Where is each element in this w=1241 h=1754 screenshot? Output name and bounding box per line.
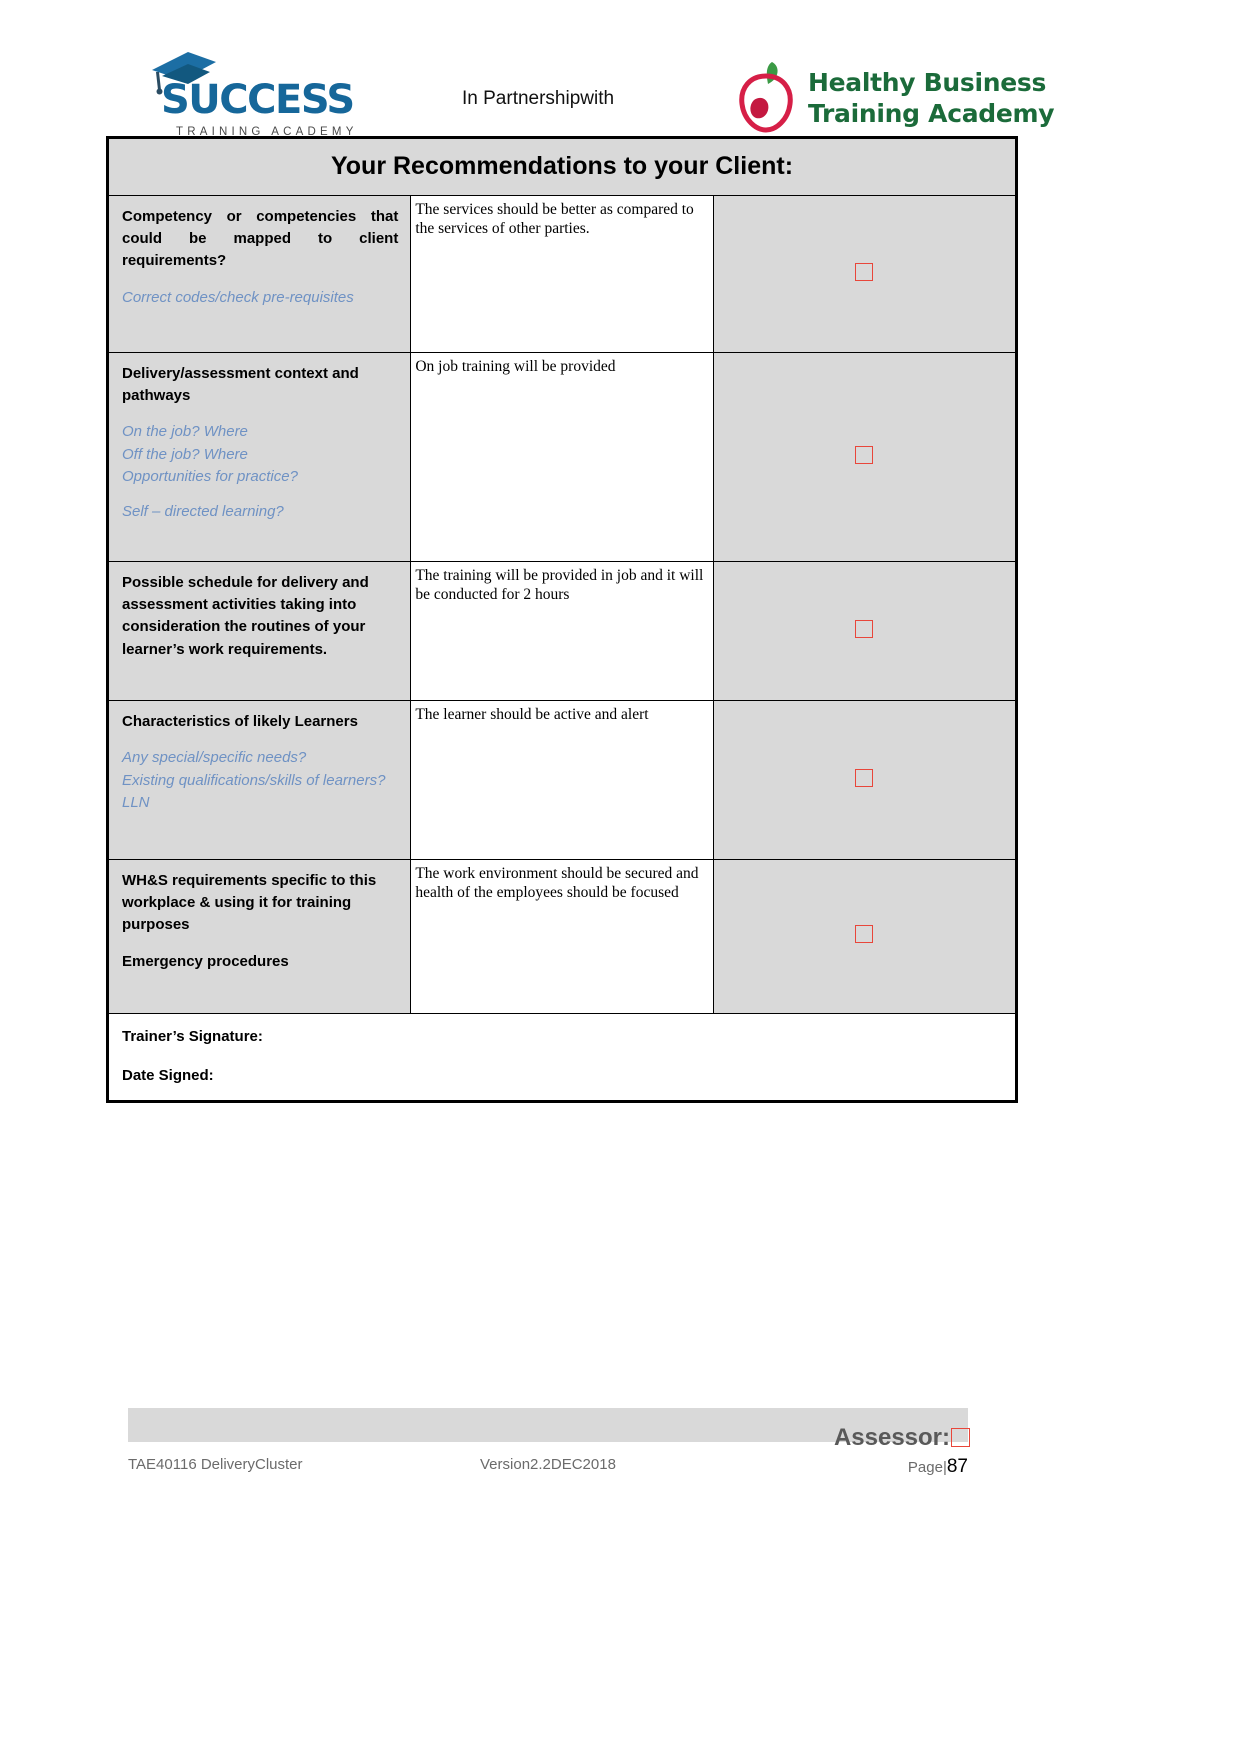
row-label-text: Characteristics of likely Learners: [122, 713, 358, 730]
row-label-text: WH&S requirements specific to this workp…: [122, 872, 377, 934]
table-row: Delivery/assessment context and pathways…: [107, 352, 1017, 562]
recommendations-table: Your Recommendations to your Client: Com…: [106, 136, 1018, 1103]
footer-document-code: TAE40116 DeliveryCluster: [128, 1456, 303, 1473]
signature-row: Trainer’s Signature: Date Signed:: [108, 1013, 1016, 1101]
footer-page-indicator: Page|87: [908, 1456, 968, 1478]
checkbox-icon[interactable]: [855, 768, 874, 787]
footer-page-label: Page: [907, 1459, 943, 1476]
footer-metadata-row: TAE40116 DeliveryCluster Version2.2DEC20…: [128, 1456, 968, 1478]
row-label-text-secondary: Emergency procedures: [122, 952, 289, 970]
table-row: Characteristics of likely Learners Any s…: [107, 700, 1017, 860]
page-header: SUCCESS TRAINING ACADEMY In Partnershipw…: [0, 22, 1241, 138]
assessor-checkbox-icon[interactable]: [951, 1428, 970, 1447]
row-checkbox-cell-learner-characteristics[interactable]: [712, 700, 1017, 860]
hbta-logo-line2: Training Academy: [808, 98, 1055, 128]
row-checkbox-cell-delivery-context[interactable]: [712, 352, 1017, 562]
hbta-logo-text: Healthy Business Training Academy: [808, 68, 1055, 129]
footer-page-number: 87: [946, 1456, 968, 1477]
checkbox-icon[interactable]: [855, 262, 874, 281]
row-answer-competency[interactable]: The services should be better as compare…: [410, 195, 714, 353]
page-title: Your Recommendations to your Client:: [108, 138, 1016, 196]
partnership-text: In Partnershipwith: [462, 88, 615, 109]
table-row: WH&S requirements specific to this workp…: [107, 859, 1017, 1014]
checkbox-icon[interactable]: [855, 445, 874, 464]
row-checkbox-cell-schedule[interactable]: [712, 561, 1017, 701]
row-label-text: Delivery/assessment context and pathways: [122, 365, 359, 405]
healthy-business-training-academy-logo: Healthy Business Training Academy: [726, 52, 1055, 138]
row-checkbox-cell-competency[interactable]: [712, 195, 1017, 353]
row-label-learner-characteristics: Characteristics of likely Learners Any s…: [107, 700, 412, 860]
row-label-whs: WH&S requirements specific to this workp…: [107, 859, 412, 1014]
row-hint-text: Any special/specific needs? Existing qua…: [122, 749, 386, 812]
success-logo-wordmark: SUCCESS: [161, 77, 355, 123]
signature-block: Trainer’s Signature: Date Signed:: [108, 1013, 1016, 1101]
apple-icon: [739, 62, 793, 133]
assessor-field: Assessor:: [834, 1424, 970, 1452]
row-answer-learner-characteristics[interactable]: The learner should be active and alert: [410, 700, 714, 860]
success-training-academy-logo: SUCCESS TRAINING ACADEMY: [148, 50, 358, 140]
checkbox-icon[interactable]: [855, 619, 874, 638]
trainer-signature-label: Trainer’s Signature:: [122, 1028, 263, 1045]
date-signed-label: Date Signed:: [122, 1067, 214, 1084]
checkbox-icon[interactable]: [855, 925, 874, 943]
row-hint-text: On the job? Where Off the job? Where Opp…: [122, 423, 298, 486]
row-hint-text-secondary: Self – directed learning?: [122, 502, 284, 520]
row-hint-text: Correct codes/check pre-requisites: [122, 288, 354, 306]
row-answer-delivery-context[interactable]: On job training will be provided: [410, 352, 714, 562]
footer-version: Version2.2DEC2018: [480, 1456, 616, 1473]
row-answer-whs[interactable]: The work environment should be secured a…: [410, 859, 714, 1014]
row-label-text: Competency or competencies that could be…: [122, 208, 399, 270]
table-row: Competency or competencies that could be…: [107, 195, 1017, 353]
row-label-text: Possible schedule for delivery and asses…: [122, 574, 369, 658]
row-answer-schedule[interactable]: The training will be provided in job and…: [410, 561, 714, 701]
row-label-competency: Competency or competencies that could be…: [107, 195, 412, 353]
assessor-label: Assessor:: [833, 1424, 950, 1451]
hbta-logo-line1: Healthy Business: [808, 68, 1047, 97]
table-title-row: Your Recommendations to your Client:: [108, 138, 1016, 196]
table-row: Possible schedule for delivery and asses…: [107, 561, 1017, 701]
row-label-delivery-context: Delivery/assessment context and pathways…: [107, 352, 412, 562]
row-checkbox-cell-whs[interactable]: [712, 859, 1017, 1014]
row-label-schedule: Possible schedule for delivery and asses…: [107, 561, 412, 701]
